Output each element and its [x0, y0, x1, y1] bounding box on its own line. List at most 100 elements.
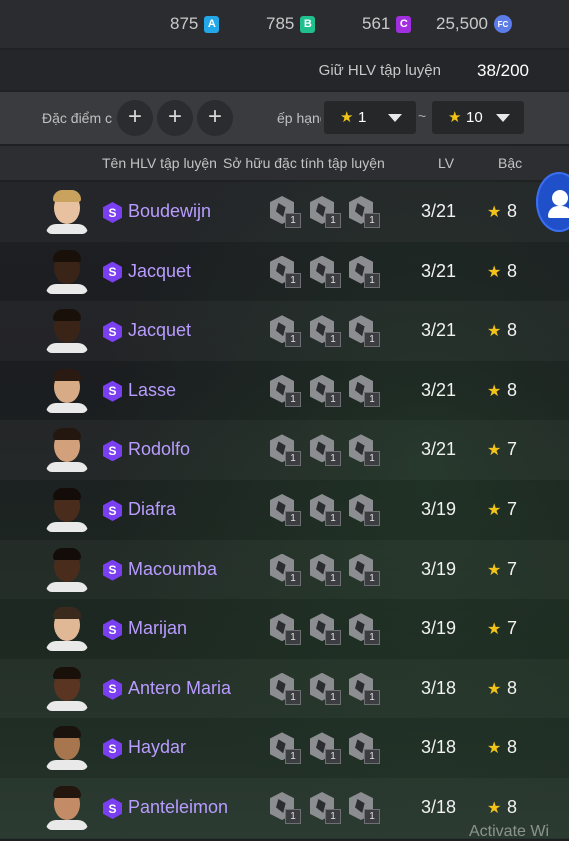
trainer-row[interactable]: S Lasse 1 1 1 3/21 ★ 8	[0, 361, 569, 421]
training-trait-icon[interactable]: 1	[349, 732, 380, 765]
training-trait-icon[interactable]: 1	[270, 255, 301, 288]
user-icon	[552, 190, 568, 206]
training-trait-icon[interactable]: 1	[349, 613, 380, 646]
trainer-row[interactable]: S Jacquet 1 1 1 3/21 ★ 8	[0, 301, 569, 361]
trainer-row[interactable]: S Diafra 1 1 1 3/19 ★ 7	[0, 480, 569, 540]
avatar-shirt	[46, 700, 88, 711]
currency-bar: 875 A 785 B 561 C 25,500 FC	[0, 0, 569, 48]
rank-max-dropdown[interactable]: ★ 10	[432, 101, 524, 134]
training-trait-icon[interactable]: 1	[270, 315, 301, 348]
trainer-row[interactable]: S Antero Maria 1 1 1 3/18 ★ 8	[0, 659, 569, 719]
training-trait-icon[interactable]: 1	[310, 732, 341, 765]
training-trait-icon[interactable]: 1	[349, 374, 380, 407]
avatar-hair	[53, 249, 81, 262]
add-trait-filter-button-2[interactable]: +	[157, 100, 193, 136]
trainer-rank: 7	[507, 558, 518, 579]
training-trait-icon[interactable]: 1	[270, 434, 301, 467]
trainer-rank: 7	[507, 499, 518, 519]
star-icon: ★	[487, 263, 502, 281]
table-header: Tên HLV tập luyện Sở hữu đặc tính tập lu…	[0, 146, 569, 180]
trainer-rank: 8	[507, 737, 518, 758]
training-trait-icon[interactable]: 1	[310, 494, 341, 526]
fc-coin-icon: FC	[494, 15, 512, 33]
trainer-name: Haydar	[128, 737, 187, 758]
avatar-shirt	[46, 343, 88, 354]
trainer-row[interactable]: S Marijan 1 1 1 3/19 ★ 7	[0, 599, 569, 659]
training-trait-icon[interactable]: 1	[310, 255, 341, 288]
column-header-rank[interactable]: Bậc	[498, 155, 522, 171]
trait-level: 1	[285, 272, 301, 288]
s-grade-icon: S	[103, 798, 122, 819]
trait-level: 1	[285, 213, 301, 228]
trait-level: 1	[364, 272, 380, 288]
trainer-row[interactable]: S Rodolfo 1 1 1 3/21 ★ 7	[0, 420, 569, 480]
trainer-level: 3/21	[421, 320, 457, 341]
avatar-shirt	[46, 760, 88, 771]
training-trait-icon[interactable]: 1	[270, 196, 301, 228]
training-trait-icon[interactable]: 1	[270, 374, 301, 407]
trainer-avatar	[46, 426, 88, 473]
trainer-rank: 8	[507, 797, 518, 817]
s-grade-icon: S	[103, 738, 122, 760]
rank-min-dropdown[interactable]: ★ 1	[324, 101, 416, 134]
s-grade-icon: S	[103, 261, 122, 283]
training-trait-icon[interactable]: 1	[270, 732, 301, 765]
add-trait-filter-button-3[interactable]: +	[197, 100, 233, 136]
training-trait-icon[interactable]: 1	[349, 255, 380, 288]
training-trait-icon[interactable]: 1	[349, 315, 380, 348]
trainer-row[interactable]: S Macoumba 1 1 1 3/19 ★ 7	[0, 540, 569, 600]
column-header-traits[interactable]: Sở hữu đặc tính tập luyện	[223, 155, 385, 171]
trainer-level: 3/21	[421, 379, 457, 400]
column-header-lv[interactable]: LV	[438, 155, 454, 171]
trainer-row[interactable]: S Haydar 1 1 1 3/18 ★ 8	[0, 718, 569, 778]
activate-windows-watermark: Activate Wi	[469, 823, 550, 840]
trainer-row[interactable]: S Boudewijn 1 1 1 3/21 ★ 8	[0, 182, 569, 242]
trait-level: 1	[364, 630, 380, 646]
currency-b-value: 785	[266, 14, 295, 33]
trait-level: 1	[364, 689, 380, 705]
training-trait-icon[interactable]: 1	[310, 434, 341, 467]
trainer-avatar	[46, 188, 88, 234]
training-trait-icon[interactable]: 1	[310, 374, 341, 407]
avatar-hair	[53, 726, 81, 739]
add-trait-filter-button-1[interactable]: +	[117, 100, 153, 136]
star-icon: ★	[487, 502, 502, 519]
training-trait-icon[interactable]: 1	[310, 792, 341, 824]
currency-a: 875 A	[170, 14, 220, 34]
training-trait-icon[interactable]: 1	[349, 434, 380, 467]
training-trait-icon[interactable]: 1	[270, 613, 301, 646]
s-grade-icon: S	[103, 440, 122, 462]
training-trait-icon[interactable]: 1	[270, 672, 301, 705]
training-trait-icon[interactable]: 1	[310, 315, 341, 348]
trait-level: 1	[364, 511, 380, 526]
avatar-shirt	[46, 522, 88, 532]
trainer-avatar	[46, 784, 88, 830]
training-trait-icon[interactable]: 1	[270, 553, 301, 586]
avatar-shirt	[46, 581, 88, 592]
training-trait-icon[interactable]: 1	[310, 672, 341, 705]
training-trait-icon[interactable]: 1	[349, 792, 380, 824]
avatar-hair	[53, 190, 81, 202]
training-trait-icon[interactable]: 1	[310, 553, 341, 586]
chevron-down-icon	[496, 114, 510, 122]
training-trait-icon[interactable]: 1	[349, 553, 380, 586]
trait-level: 1	[325, 749, 341, 765]
trait-level: 1	[364, 332, 380, 348]
star-icon: ★	[487, 740, 502, 758]
trainer-level: 3/18	[421, 797, 457, 817]
trainer-level: 3/18	[421, 677, 457, 698]
training-trait-icon[interactable]: 1	[270, 792, 301, 824]
currency-a-icon: A	[204, 15, 220, 33]
training-trait-icon[interactable]: 1	[349, 494, 380, 526]
training-trait-icon[interactable]: 1	[349, 196, 380, 228]
trait-level: 1	[325, 213, 341, 228]
training-trait-icon[interactable]: 1	[349, 672, 380, 705]
training-trait-icon[interactable]: 1	[310, 613, 341, 646]
filter-bar: Đặc điểm c + + + ếp hạng ★ 1 ~ ★ 10	[0, 92, 569, 144]
training-trait-icon[interactable]: 1	[270, 494, 301, 526]
column-header-name[interactable]: Tên HLV tập luyện	[102, 155, 217, 171]
training-trait-icon[interactable]: 1	[310, 196, 341, 228]
currency-b-icon: B	[300, 15, 316, 33]
trainer-row[interactable]: S Jacquet 1 1 1 3/21 ★ 8	[0, 242, 569, 302]
avatar-shirt	[46, 402, 88, 413]
